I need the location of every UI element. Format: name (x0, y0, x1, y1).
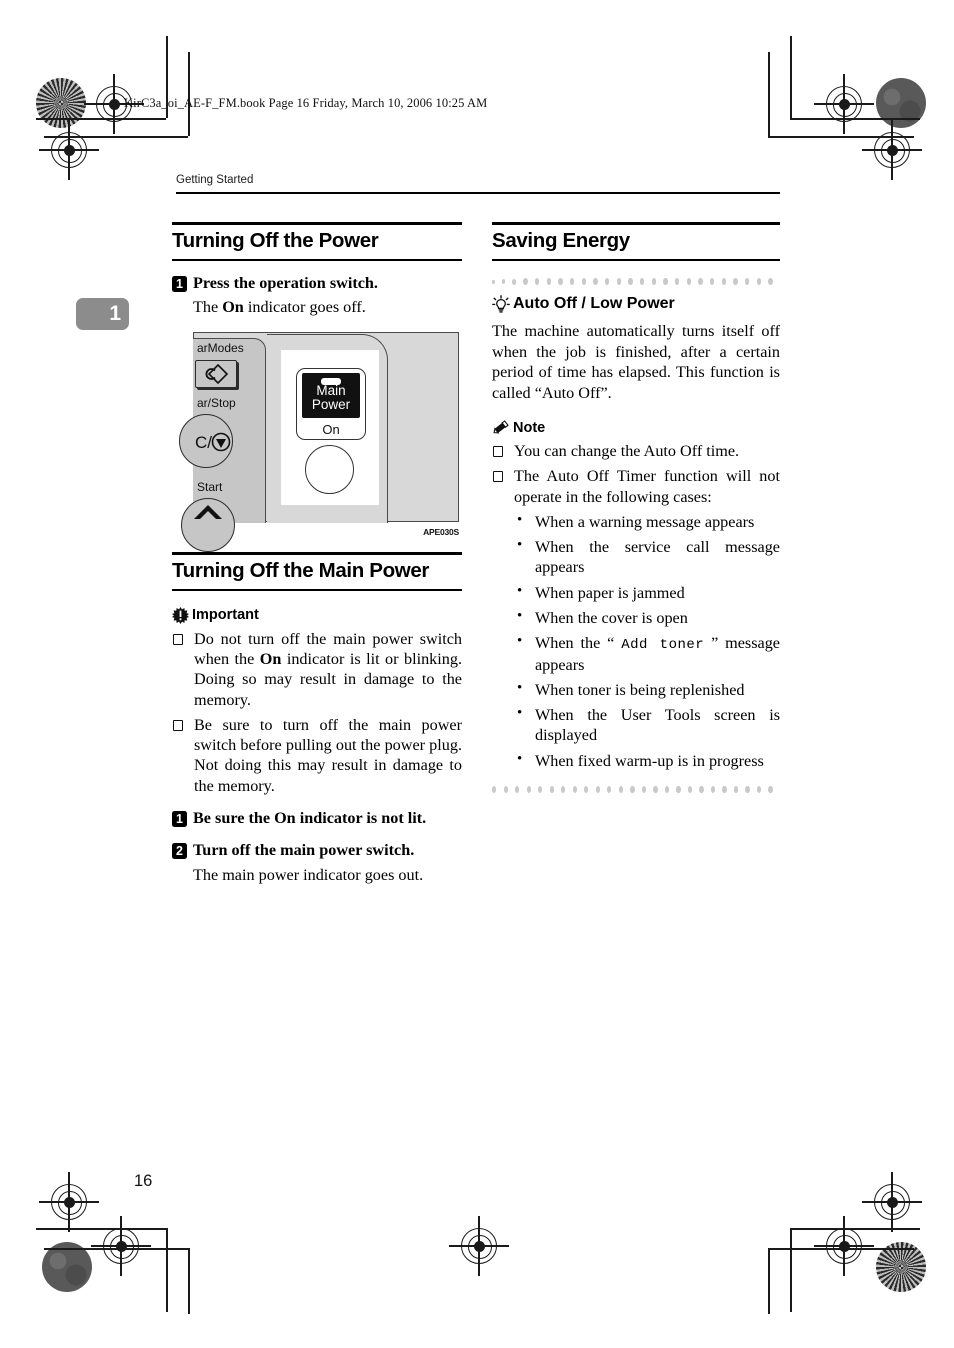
halftone-registration-dot-top-left (36, 78, 86, 128)
list-item: When the cover is open (514, 607, 780, 628)
list-item-mono-add-toner: Add toner (621, 637, 705, 654)
solid-registration-dot-bottom-left (42, 1242, 92, 1292)
crop-line-top-right-h2 (768, 136, 914, 138)
list-item: When paper is jammed (514, 582, 780, 603)
auto-off-paragraph: The machine automatically turns itself o… (492, 321, 780, 402)
step-body-post: indicator goes off. (243, 298, 366, 317)
crop-line-top-right-v1 (790, 36, 792, 118)
crop-line-top-right-v2 (768, 52, 770, 136)
step-turn-off-main-power: 2 Turn off the main power switch. (172, 841, 462, 860)
main-power-on-label: On (322, 421, 340, 437)
start-chevron-icon (194, 504, 222, 519)
important-item: Be sure to turn off the main power switc… (172, 715, 462, 796)
clear-stop-label: ar/Stop (197, 395, 236, 410)
main-power-line2: Power (311, 396, 351, 412)
clear-stop-key: C/ (179, 413, 233, 468)
dotted-rule-bottom (492, 783, 780, 797)
step-title: Be sure the On indicator is not lit. (193, 808, 427, 827)
list-item: When the “ Add toner ” message appears (514, 632, 780, 675)
crop-line-top-left-h2 (44, 136, 188, 138)
clear-stop-icon: C/ (195, 432, 231, 452)
crop-line-bottom-left-v1 (166, 1228, 168, 1312)
list-item: When the User Tools screen is displayed (514, 704, 780, 746)
important-item-bold: On (259, 650, 282, 669)
list-item: When fixed warm-up is in progress (514, 750, 780, 771)
step-number-badge: 2 (172, 843, 187, 860)
registration-crosshair-bottom-left (39, 1172, 99, 1232)
note-list: You can change the Auto Off time. The Au… (492, 441, 780, 771)
step-press-operation-switch: 1 Press the operation switch. (172, 274, 462, 293)
registration-crosshair-bottom-right (862, 1172, 922, 1232)
running-head-rule (176, 192, 780, 194)
solid-registration-dot-top-right (876, 78, 926, 128)
page-number: 16 (134, 1172, 153, 1190)
starburst-exclamation-icon (172, 606, 189, 624)
operation-panel-illustration: arModes ar/Stop C/ Start Main Power On A… (179, 331, 459, 552)
figure-caption: APE030S (423, 526, 459, 537)
step-body-on-indicator: The On indicator goes off. (193, 297, 462, 318)
important-label: Important (192, 607, 259, 624)
note-item: You can change the Auto Off time. (492, 441, 780, 461)
pencil-icon (492, 419, 510, 436)
running-head: Getting Started (176, 174, 254, 186)
main-power-indicator: Main Power On (296, 367, 366, 440)
important-list: Do not turn off the main power switch wh… (172, 629, 462, 796)
chapter-number-tab: 1 (76, 298, 129, 330)
step-body-bold-on: On (222, 298, 244, 317)
list-item: When the service call message appears (514, 536, 780, 578)
auto-off-subsection-head: Auto Off / Low Power (492, 295, 780, 314)
halftone-registration-dot-bottom-right (876, 1242, 926, 1292)
section-heading-saving-energy: Saving Energy (492, 222, 780, 261)
note-item: The Auto Off Timer function will not ope… (492, 466, 780, 771)
step-title: Press the operation switch. (193, 273, 378, 292)
registration-crosshair-bottom-center (449, 1216, 509, 1276)
step-number-badge: 1 (172, 810, 187, 827)
clear-modes-key (195, 359, 237, 388)
clear-modes-diamond-icon (205, 363, 229, 385)
note-head: Note (492, 419, 780, 436)
registration-crosshair-lower-left (91, 1216, 151, 1276)
important-item: Do not turn off the main power switch wh… (172, 629, 462, 710)
note-label: Note (513, 419, 546, 436)
step-body-pre: The (193, 298, 223, 317)
step-number-badge: 1 (172, 275, 187, 292)
registration-crosshair-top-right (814, 74, 874, 134)
start-label: Start (197, 479, 223, 494)
crop-line-top-right-h1 (790, 118, 920, 120)
crop-line-top-left-h1 (36, 118, 166, 120)
book-file-header: KirC3a_oi_AE-F_FM.book Page 16 Friday, M… (124, 96, 488, 110)
crop-line-bottom-left-v2 (188, 1248, 190, 1314)
crop-line-top-left-v2 (188, 52, 190, 136)
crop-line-bottom-right-v2 (768, 1248, 770, 1314)
main-power-line1: Main (316, 382, 346, 398)
operation-switch-button (305, 444, 354, 494)
auto-off-exception-list: When a warning message appears When the … (514, 511, 780, 771)
registration-crosshair-lower-right (814, 1216, 874, 1276)
main-power-indicator-display: Main Power (302, 372, 360, 418)
crop-line-bottom-left-h1 (36, 1228, 166, 1230)
dotted-rule-top (492, 275, 780, 289)
clear-modes-label: arModes (197, 340, 244, 355)
lightbulb-icon (492, 295, 510, 314)
start-key (181, 497, 235, 552)
step-title: Turn off the main power switch. (193, 841, 415, 860)
left-column: Turning Off the Power 1 Press the operat… (172, 222, 462, 885)
list-item: When a warning message appears (514, 511, 780, 532)
section-heading-turning-off-main-power: Turning Off the Main Power (172, 551, 462, 591)
section-heading-turning-off-power: Turning Off the Power (172, 222, 462, 261)
right-column: Saving Energy Auto Off / Low Power The m… (492, 222, 780, 797)
crop-line-bottom-right-v1 (790, 1228, 792, 1312)
auto-off-subsection-title: Auto Off / Low Power (513, 295, 675, 313)
list-item-pre: When the “ (535, 634, 622, 653)
important-notice-head: Important (172, 606, 462, 624)
step-body-main-power-indicator: The main power indicator goes out. (193, 865, 424, 884)
svg-text:C/: C/ (195, 433, 212, 452)
step-be-sure-on-indicator: 1 Be sure the On indicator is not lit. (172, 809, 462, 828)
list-item: When toner is being replenished (514, 679, 780, 700)
crop-line-bottom-right-h1 (790, 1228, 920, 1230)
note-item-text: The Auto Off Timer function will not ope… (514, 467, 780, 506)
main-power-led (321, 377, 341, 385)
